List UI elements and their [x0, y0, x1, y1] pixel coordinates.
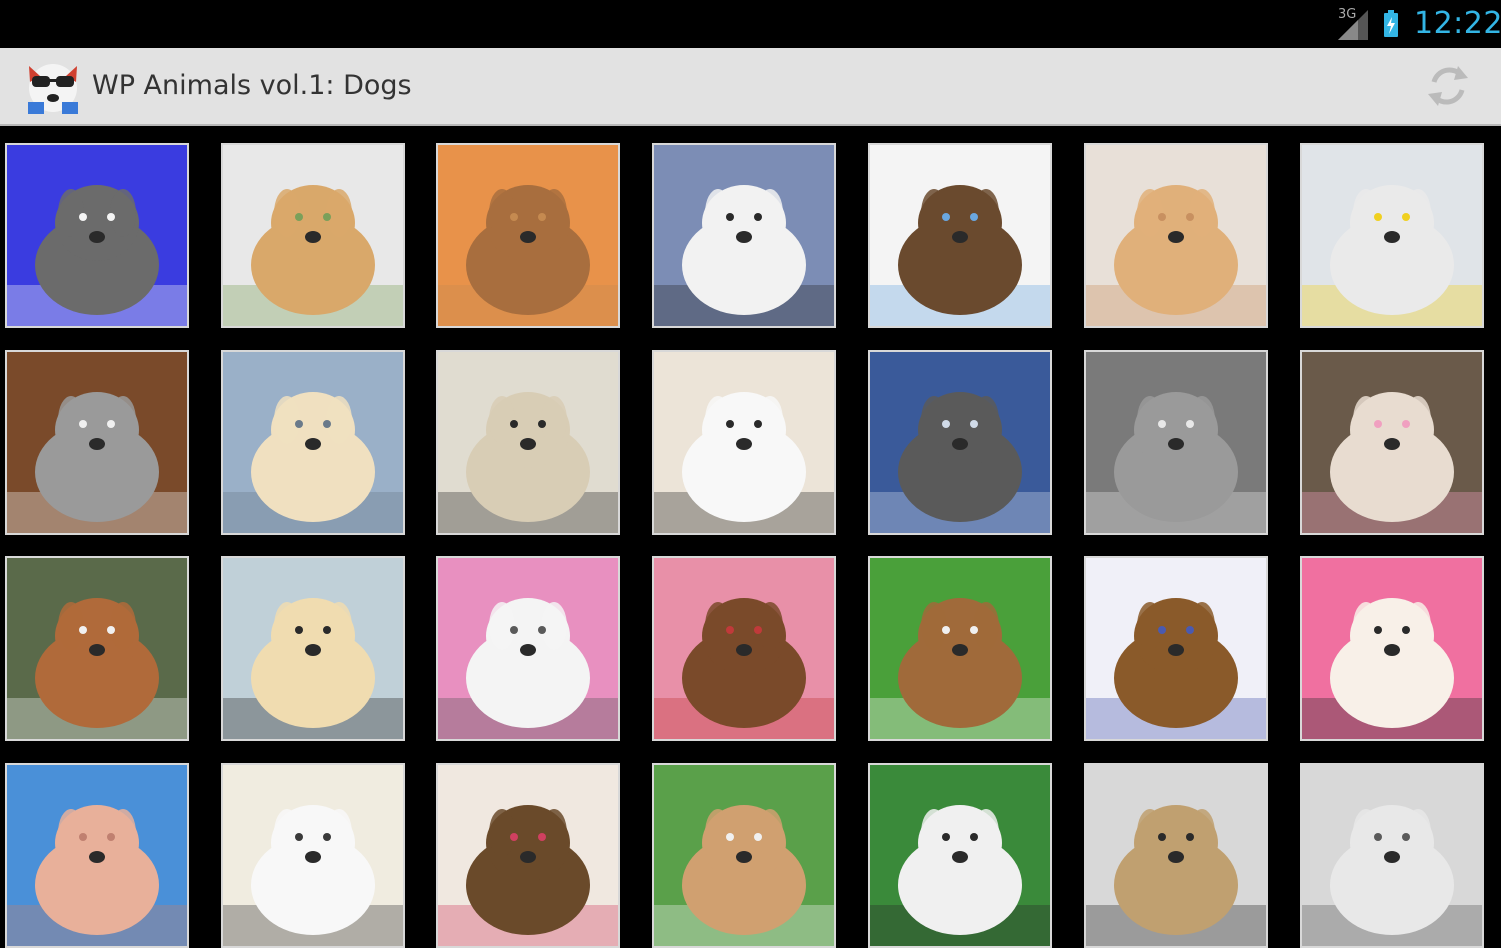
dog-photo-image — [438, 145, 618, 326]
wallpaper-thumbnail-yellow-lab-litter[interactable] — [221, 350, 405, 535]
wallpaper-thumbnail-shar-pei-pair[interactable] — [436, 143, 620, 328]
wallpaper-thumbnail-akita-puppy-flowers[interactable] — [5, 143, 189, 328]
dog-photo-image — [223, 145, 403, 326]
dog-photo-image — [654, 145, 834, 326]
wallpaper-thumbnail-puppy-on-yellow-shoe[interactable] — [1300, 143, 1484, 328]
wallpaper-thumbnail-maltese-pair-pink[interactable] — [1300, 556, 1484, 741]
wallpaper-thumbnail-puppies-in-basket[interactable] — [868, 556, 1052, 741]
dog-photo-image — [1086, 765, 1266, 946]
wallpaper-thumbnail-puppy-blue-shirt[interactable] — [868, 143, 1052, 328]
wallpaper-thumbnail-french-bulldog[interactable] — [221, 763, 405, 948]
dog-photo-image — [7, 558, 187, 739]
wallpaper-thumbnail-westie-on-sofa[interactable] — [652, 350, 836, 535]
dog-with-sunglasses-icon[interactable] — [22, 56, 84, 116]
wallpaper-thumbnail-lab-puppy-close[interactable] — [221, 556, 405, 741]
wallpaper-thumbnail-white-poodle[interactable] — [436, 556, 620, 741]
wallpaper-thumbnail-cavalier-puppies[interactable] — [5, 556, 189, 741]
wallpaper-thumbnail-wolf-sky[interactable] — [868, 350, 1052, 535]
dog-photo-image — [1086, 558, 1266, 739]
action-bar: WP Animals vol.1: Dogs — [0, 48, 1501, 126]
dog-photo-image — [870, 352, 1050, 533]
status-clock: 12:22 — [1414, 6, 1501, 41]
dog-photo-image — [1302, 145, 1482, 326]
wallpaper-thumbnail-golden-puppy-with-rabbit[interactable] — [221, 143, 405, 328]
wallpaper-thumbnail-shar-pei-puppy-blue[interactable] — [5, 763, 189, 948]
dog-photo-image — [223, 352, 403, 533]
dog-photo-image — [223, 765, 403, 946]
wallpaper-thumbnail-chinese-crested-pair[interactable] — [1300, 350, 1484, 535]
refresh-icon[interactable] — [1422, 60, 1474, 112]
wallpaper-thumbnail-yorkie-pink[interactable] — [652, 556, 836, 741]
wallpaper-thumbnail-white-puppy-grass[interactable] — [868, 763, 1052, 948]
status-bar: 3G 12:22 — [0, 0, 1501, 48]
dog-photo-image — [870, 145, 1050, 326]
dog-photo-image — [1302, 352, 1482, 533]
dog-photo-image — [1302, 558, 1482, 739]
wallpaper-thumbnail-dalmatian-litter[interactable] — [436, 350, 620, 535]
dog-photo-image — [870, 558, 1050, 739]
wallpaper-thumbnail-shih-tzu-bow[interactable] — [436, 763, 620, 948]
wallpaper-thumbnail-puppy-and-toy[interactable] — [652, 143, 836, 328]
dog-photo-image — [438, 558, 618, 739]
dog-photo-image — [654, 352, 834, 533]
app-title: WP Animals vol.1: Dogs — [92, 70, 412, 101]
dog-photo-image — [438, 352, 618, 533]
battery-icon — [1384, 10, 1398, 37]
dog-photo-image — [7, 145, 187, 326]
wallpaper-thumbnail-sleeping-labrador-pups[interactable] — [1084, 143, 1268, 328]
wallpaper-thumbnail-bulldog-puppy-flowers[interactable] — [652, 763, 836, 948]
wallpaper-thumbnail-crested-dog-grey[interactable] — [1300, 763, 1484, 948]
dog-photo-image — [1086, 352, 1266, 533]
dog-photo-image — [1086, 145, 1266, 326]
dog-photo-image — [1302, 765, 1482, 946]
dog-photo-image — [654, 558, 834, 739]
dog-photo-image — [7, 765, 187, 946]
wallpaper-thumbnail-pug-portrait[interactable] — [1084, 763, 1268, 948]
dog-photo-image — [223, 558, 403, 739]
dog-photo-image — [7, 352, 187, 533]
wallpaper-thumbnail-wolf-portrait[interactable] — [1084, 350, 1268, 535]
signal-icon — [1338, 10, 1368, 40]
wallpaper-thumbnail-sleeping-malamute[interactable] — [5, 350, 189, 535]
dog-photo-image — [654, 765, 834, 946]
dog-photo-image — [438, 765, 618, 946]
dog-photo-image — [870, 765, 1050, 946]
wallpaper-grid — [0, 126, 1501, 948]
wallpaper-thumbnail-dachshund-and-chihuahua[interactable] — [1084, 556, 1268, 741]
